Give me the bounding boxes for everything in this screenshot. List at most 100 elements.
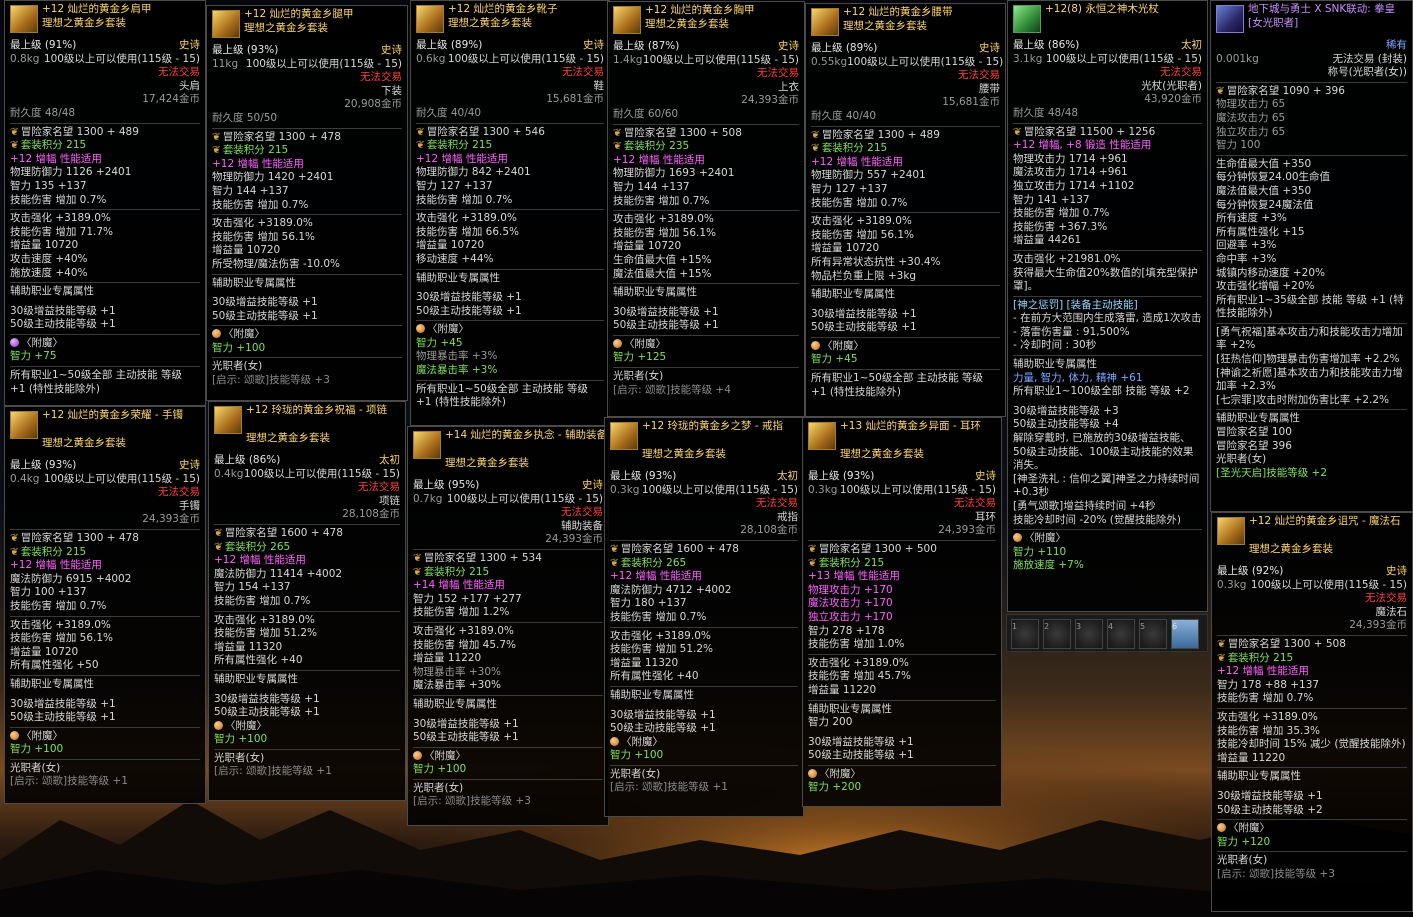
rarity: 史诗 bbox=[1386, 565, 1407, 577]
stat-line: 攻击强化 +3189.0% bbox=[212, 217, 313, 230]
tooltip-boots: +12 灿烂的黄金乡靴子 理想之黄金乡套装 最上级 (89%) 史诗 0.6kg 1… bbox=[410, 0, 610, 426]
set-point-icon: ❦ bbox=[214, 540, 223, 553]
grade: 最上级 (91%) bbox=[10, 39, 77, 51]
enchant-title: 〈附魔〉 bbox=[624, 337, 666, 350]
set-point-icon: ❦ bbox=[10, 545, 19, 558]
hero-portrait-icon bbox=[1216, 5, 1244, 33]
level-req: 100级以上可以使用(115级 - 15) bbox=[446, 492, 603, 505]
stat-line: 技能伤害 增加 71.7% bbox=[10, 225, 114, 238]
trade-status: 无法交易 bbox=[756, 497, 798, 510]
slot-type: 鞋 bbox=[593, 79, 605, 92]
buffer-title: 辅助职业专属属性 bbox=[214, 672, 298, 685]
rarity: 史诗 bbox=[979, 42, 1000, 54]
weight: 0.4kg bbox=[10, 472, 40, 485]
gold-necklace-icon bbox=[214, 406, 242, 434]
tooltip-title: 地下城与勇士 X SNK联动: 拳皇[女光职者] 稀有 0.001kg 无法交易 … bbox=[1210, 0, 1413, 512]
weight: 0.3kg bbox=[808, 483, 838, 496]
stat-line: 技能伤害 增加 56.1% bbox=[212, 230, 316, 243]
fame-icon: ❦ bbox=[10, 531, 19, 544]
stat-line: 攻击强化 +3189.0% bbox=[610, 629, 711, 642]
quick-slot[interactable]: 6 bbox=[1171, 619, 1199, 649]
class-hint: [启示: 颂歌]技能等级 +1 bbox=[610, 781, 728, 794]
quick-slot[interactable]: 5 bbox=[1139, 619, 1167, 649]
fame: 冒险家名望 1300 + 478 bbox=[222, 130, 341, 143]
intelligence: 智力 180 +137 bbox=[610, 597, 687, 610]
grade: 最上级 (93%) bbox=[10, 459, 77, 471]
stat-line: 增益量 11220 bbox=[808, 683, 877, 696]
buffer-title: 辅助职业专属属性 bbox=[1217, 770, 1301, 783]
enchant-title: 〈附魔〉 bbox=[21, 336, 63, 349]
enchant-title: 〈附魔〉 bbox=[1228, 822, 1270, 835]
stat-line: 获得最大生命值20%数值的[填充型保护罩]。 bbox=[1013, 266, 1198, 293]
attack-line: 物理攻击力 65 bbox=[1216, 98, 1286, 111]
item-name: +12 灿烂的黄金乡腿甲 bbox=[244, 8, 354, 20]
fame: 冒险家名望 1300 + 489 bbox=[20, 125, 139, 138]
intelligence: 智力 144 +137 bbox=[613, 180, 690, 193]
stat-line: 增益量 10720 bbox=[613, 240, 682, 253]
stat-line: 攻击强化 +3189.0% bbox=[416, 212, 517, 225]
defense: 魔法防御力 11414 +4002 bbox=[214, 567, 343, 580]
quick-slot[interactable]: 3 bbox=[1075, 619, 1103, 649]
stat-line: 增益量 10720 bbox=[416, 239, 485, 252]
buffer-line: 50级主动技能等级 +1 bbox=[808, 749, 914, 762]
fame-icon: ❦ bbox=[1013, 125, 1022, 138]
set-name: 理想之黄金乡套装 bbox=[246, 432, 330, 444]
class-name: 光职者(女) bbox=[10, 761, 61, 774]
class-name: 光职者(女) bbox=[610, 767, 661, 780]
buffer-line: 50级主动技能等级 +1 bbox=[610, 722, 716, 735]
item-name: +12 灿烂的黄金乡腰带 bbox=[843, 6, 953, 18]
skill-damage: 技能伤害 增加 0.7% bbox=[212, 198, 309, 211]
slot-type: 头肩 bbox=[179, 79, 200, 92]
skill-damage: 技能伤害 增加 0.7% bbox=[610, 610, 707, 623]
tooltip-legs: +12 灿烂的黄金乡腿甲 理想之黄金乡套装 最上级 (93%) 史诗 11kg 10… bbox=[206, 5, 408, 401]
stat-line: 所有属性强化 +50 bbox=[10, 659, 99, 672]
enchant-extra: 施放速度 +7% bbox=[1013, 559, 1084, 572]
gold-stone-icon bbox=[1217, 517, 1245, 545]
slot-type: 手镯 bbox=[179, 499, 200, 512]
fame-icon: ❦ bbox=[413, 551, 422, 564]
slot-key: 6 bbox=[1172, 622, 1178, 631]
buffer-title: 辅助职业专属属性 bbox=[1013, 358, 1097, 371]
rarity: 史诗 bbox=[778, 40, 799, 52]
set-points: 套装积分 215 bbox=[20, 545, 87, 558]
rarity: 史诗 bbox=[582, 479, 603, 491]
price: 24,393金币 bbox=[1349, 619, 1407, 632]
buffer-line: 50级主动技能等级 +1 bbox=[413, 731, 519, 744]
price: 43,920金币 bbox=[1144, 93, 1202, 106]
level-req: 100级以上可以使用(115级 - 15) bbox=[642, 53, 799, 66]
quick-slot[interactable]: 2 bbox=[1043, 619, 1071, 649]
tooltip-shoulder: +12 灿烂的黄金乡肩甲 理想之黄金乡套装 最上级 (91%) 史诗 0.8kg 1… bbox=[4, 0, 206, 406]
gold-belt-icon bbox=[811, 8, 839, 36]
stat-line: 每分钟恢复24魔法值 bbox=[1216, 198, 1314, 211]
stat-line: 所受物理/魔法伤害 -10.0% bbox=[212, 257, 341, 270]
buffer-line: 50级主动技能等级 +1 bbox=[212, 309, 318, 322]
defense: 魔法防御力 6915 +4002 bbox=[10, 572, 132, 585]
stat-line: 移动速度 +44% bbox=[416, 252, 494, 265]
buffer-title: 辅助职业专属属性 bbox=[10, 285, 94, 298]
set-name: 理想之黄金乡套装 bbox=[448, 17, 532, 29]
stat-line: 技能伤害 增加 66.5% bbox=[416, 225, 520, 238]
buffer-line: 50级主动技能等级 +1 bbox=[811, 321, 917, 334]
quick-slot[interactable]: 4 bbox=[1107, 619, 1135, 649]
fame: 冒险家名望 1300 + 500 bbox=[818, 542, 937, 555]
fame-icon: ❦ bbox=[808, 542, 817, 555]
attack-line: 独立攻击力 1714 +1102 bbox=[1013, 179, 1135, 192]
buffer-line: 30级增益技能等级 +1 bbox=[10, 697, 116, 710]
attack-line: 魔法攻击力 1714 +961 bbox=[1013, 166, 1128, 179]
set-point-icon: ❦ bbox=[416, 139, 425, 152]
stat-line: 攻击强化 +3189.0% bbox=[811, 215, 912, 228]
tooltip-weapon: +12(8) 永恒之神木光杖 最上级 (86%) 太初 3.1kg 100级以上可以… bbox=[1007, 0, 1208, 612]
rarity: 史诗 bbox=[381, 44, 402, 56]
price: 24,393金币 bbox=[938, 524, 996, 537]
class-name: 光职者(女) bbox=[1217, 854, 1268, 867]
trade-status: 无法交易 bbox=[561, 506, 603, 519]
stat-line: 增益量 10720 bbox=[212, 244, 281, 257]
defense: 魔法防御力 4712 +4002 bbox=[610, 583, 732, 596]
slot-type: 上衣 bbox=[778, 80, 799, 93]
level-req: 100级以上可以使用(115级 - 15) bbox=[1250, 578, 1407, 591]
active-line: - 在前方大范围内生成落雷, 造成1次攻击 bbox=[1013, 312, 1202, 325]
quick-slot[interactable]: 1 bbox=[1011, 619, 1039, 649]
weight: 1.4kg bbox=[613, 53, 643, 66]
active-skill-title: [神之惩罚] [装备主动技能] bbox=[1013, 298, 1138, 311]
enhance: +14 增幅 性能适用 bbox=[413, 579, 505, 592]
